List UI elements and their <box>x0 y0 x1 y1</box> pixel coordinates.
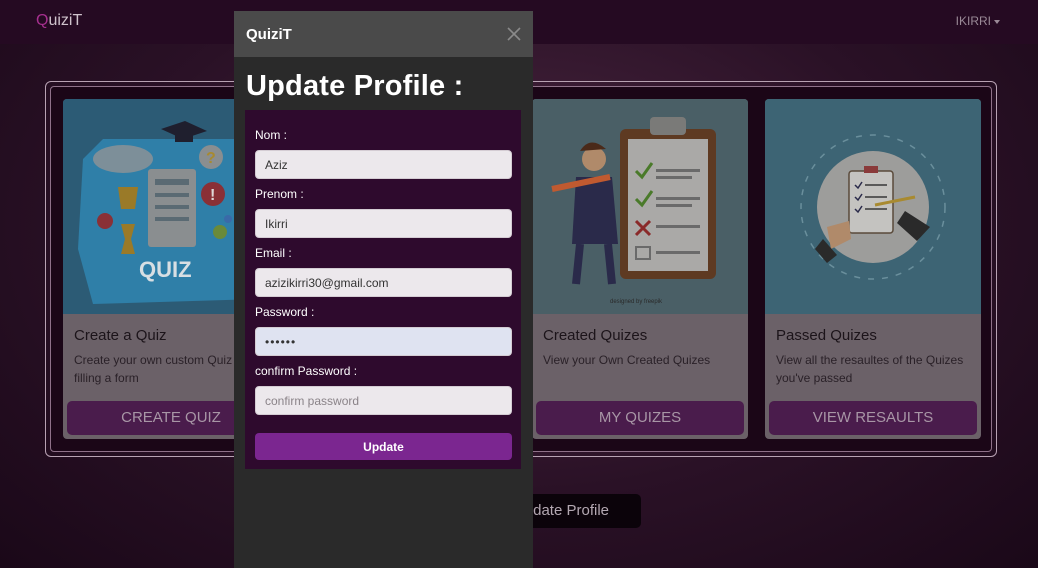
modal-title: QuiziT <box>246 26 292 43</box>
card-title: Passed Quizes <box>776 327 877 344</box>
update-submit-button[interactable]: Update <box>255 433 512 460</box>
prenom-field[interactable] <box>255 209 512 238</box>
user-menu[interactable]: IKIRRI <box>956 14 1000 28</box>
email-field[interactable] <box>255 268 512 297</box>
svg-text:?: ? <box>206 150 216 167</box>
svg-text:designed by freepik: designed by freepik <box>610 299 663 305</box>
my-quizes-button[interactable]: MY QUIZES <box>536 401 744 435</box>
nom-label: Nom : <box>255 128 288 142</box>
svg-text:!: ! <box>210 187 215 204</box>
modal-header: QuiziT <box>234 11 533 57</box>
brand-letter-q: Q <box>36 12 49 29</box>
card-description: View your Own Created Quizes <box>543 353 711 367</box>
card-created-quizes: designed by freepik Created Quizes View … <box>532 99 748 439</box>
brand-logo[interactable]: QuiziT <box>36 12 82 30</box>
page-title: Update Profile : <box>246 70 464 102</box>
nom-field[interactable] <box>255 150 512 179</box>
view-resaults-button[interactable]: VIEW RESAULTS <box>769 401 977 435</box>
password-field[interactable] <box>255 327 512 356</box>
prenom-label: Prenom : <box>255 187 304 201</box>
card-passed-quizes: Passed Quizes View all the resaultes of … <box>765 99 981 439</box>
password-label: Password : <box>255 305 315 319</box>
passed-quizes-illustration <box>765 99 981 314</box>
confirm-password-label: confirm Password : <box>255 364 358 378</box>
update-profile-modal: QuiziT Update Profile : Nom : Prenom : E… <box>234 11 533 568</box>
created-quizes-illustration: designed by freepik <box>532 99 748 314</box>
profile-form: Nom : Prenom : Email : Password : confir… <box>245 110 521 469</box>
card-title: Create a Quiz <box>74 327 167 344</box>
email-label: Email : <box>255 246 292 260</box>
username-label: IKIRRI <box>955 14 991 28</box>
close-icon[interactable] <box>506 26 522 42</box>
quiz-illustration-text: QUIZ <box>139 257 192 282</box>
card-description: View all the resaultes of the Quizes you… <box>776 353 964 385</box>
card-title: Created Quizes <box>543 327 648 344</box>
caret-down-icon <box>994 19 1000 24</box>
brand-name-rest: uiziT <box>48 12 83 29</box>
confirm-password-field[interactable] <box>255 386 512 415</box>
